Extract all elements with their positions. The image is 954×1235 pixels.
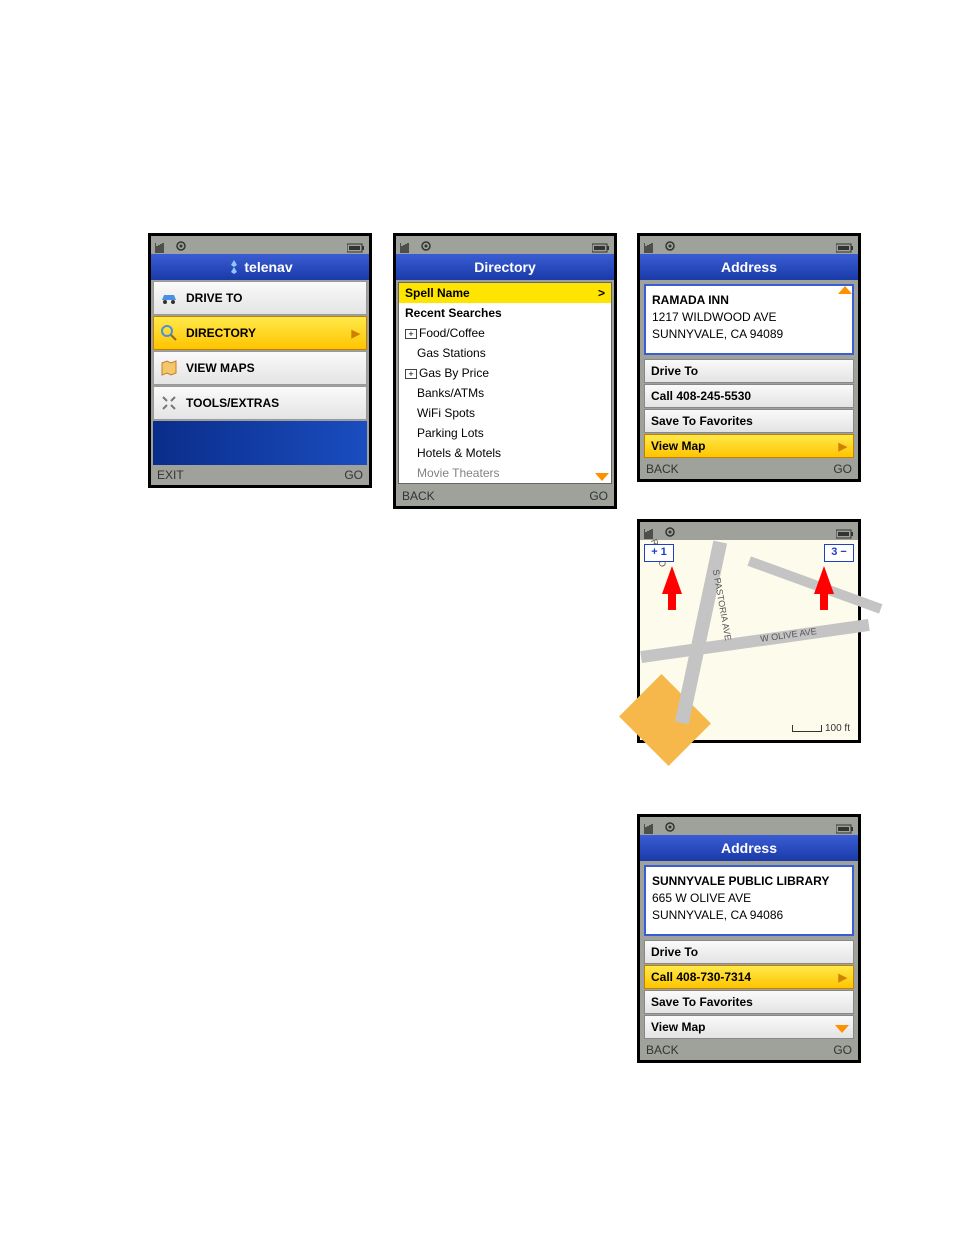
scroll-up-icon[interactable]: [838, 286, 852, 294]
signal-icon: [155, 240, 169, 250]
softkey-left[interactable]: BACK: [646, 462, 679, 476]
address-line2: SUNNYVALE, CA 94086: [652, 907, 846, 924]
chevron-right-icon: ▶: [352, 327, 360, 340]
action-call[interactable]: Call 408-245-5530: [644, 384, 854, 408]
action-view-map[interactable]: View Map▶: [644, 434, 854, 458]
softkey-right[interactable]: GO: [833, 462, 852, 476]
title-bar: Address: [640, 254, 858, 280]
softkey-left[interactable]: EXIT: [157, 468, 184, 482]
cat-gas-price[interactable]: +Gas By Price: [399, 363, 611, 383]
signal-icon: [644, 821, 658, 831]
search-icon: [160, 324, 178, 342]
title-bar: telenav: [151, 254, 369, 280]
title-bar: Directory: [396, 254, 614, 280]
battery-icon: [592, 240, 610, 250]
zoom-out-button[interactable]: 3 −: [824, 544, 854, 562]
scroll-down-icon: [835, 1025, 849, 1033]
phone-map: S PASTORIA AVE W OLIVE AVE RINCO + 1 3 −…: [637, 519, 861, 743]
gear-icon: [175, 239, 187, 251]
cat-gas[interactable]: Gas Stations: [399, 343, 611, 363]
address-line1: 665 W OLIVE AVE: [652, 890, 846, 907]
status-bar: [640, 817, 858, 835]
cat-wifi[interactable]: WiFi Spots: [399, 403, 611, 423]
car-icon: [160, 289, 178, 307]
battery-icon: [836, 240, 854, 250]
signal-icon: [644, 526, 658, 536]
zoom-in-button[interactable]: + 1: [644, 544, 674, 562]
address-line2: SUNNYVALE, CA 94089: [652, 326, 846, 343]
softkey-right[interactable]: GO: [344, 468, 363, 482]
signal-icon: [400, 240, 414, 250]
address-card: SUNNYVALE PUBLIC LIBRARY 665 W OLIVE AVE…: [644, 865, 854, 936]
softkey-bar: BACK GO: [396, 486, 614, 506]
battery-icon: [836, 526, 854, 536]
address-card: RAMADA INN 1217 WILDWOOD AVE SUNNYVALE, …: [644, 284, 854, 355]
phone-directory: Directory Spell Name> Recent Searches +F…: [393, 233, 617, 509]
expand-icon: +: [405, 329, 417, 339]
title-bar: Address: [640, 835, 858, 861]
chevron-right-icon: ▶: [839, 440, 847, 453]
softkey-right[interactable]: GO: [833, 1043, 852, 1057]
place-name: RAMADA INN: [652, 292, 846, 309]
tools-icon: [160, 394, 178, 412]
menu-drive-to[interactable]: DRIVE TO: [153, 281, 367, 315]
softkey-bar: EXIT GO: [151, 465, 369, 485]
spell-name-row[interactable]: Spell Name>: [399, 283, 611, 303]
banner: [153, 421, 367, 465]
cat-movies[interactable]: Movie Theaters: [399, 463, 611, 483]
action-view-map[interactable]: View Map: [644, 1015, 854, 1039]
battery-icon: [836, 821, 854, 831]
softkey-bar: BACK GO: [640, 459, 858, 479]
cat-hotels[interactable]: Hotels & Motels: [399, 443, 611, 463]
arrow-indicator-right: [814, 566, 834, 594]
status-bar: [640, 236, 858, 254]
map-icon: [160, 359, 178, 377]
scale-bar: 100 ft: [792, 723, 850, 734]
address-line1: 1217 WILDWOOD AVE: [652, 309, 846, 326]
category-list: Spell Name> Recent Searches +Food/Coffee…: [398, 282, 612, 484]
action-drive-to[interactable]: Drive To: [644, 940, 854, 964]
battery-icon: [347, 240, 365, 250]
cat-parking[interactable]: Parking Lots: [399, 423, 611, 443]
menu-view-maps[interactable]: VIEW MAPS: [153, 351, 367, 385]
signal-icon: [644, 240, 658, 250]
status-bar: [640, 522, 858, 540]
action-save-fav[interactable]: Save To Favorites: [644, 990, 854, 1014]
softkey-left[interactable]: BACK: [402, 489, 435, 503]
logo-text: telenav: [244, 254, 292, 280]
place-name: SUNNYVALE PUBLIC LIBRARY: [652, 873, 846, 890]
cat-food[interactable]: +Food/Coffee: [399, 323, 611, 343]
gear-icon: [664, 525, 676, 537]
status-bar: [151, 236, 369, 254]
menu-tools-extras[interactable]: TOOLS/EXTRAS: [153, 386, 367, 420]
status-bar: [396, 236, 614, 254]
map-canvas[interactable]: S PASTORIA AVE W OLIVE AVE RINCO + 1 3 −…: [640, 540, 858, 740]
phone-main-menu: telenav DRIVE TO DIRECTORY ▶ VIEW MAPS T…: [148, 233, 372, 488]
gear-icon: [420, 239, 432, 251]
gear-icon: [664, 820, 676, 832]
street-pastoria: S PASTORIA AVE: [711, 569, 733, 642]
phone-address-ramada: Address RAMADA INN 1217 WILDWOOD AVE SUN…: [637, 233, 861, 482]
softkey-right[interactable]: GO: [589, 489, 608, 503]
softkey-left[interactable]: BACK: [646, 1043, 679, 1057]
phone-address-library: Address SUNNYVALE PUBLIC LIBRARY 665 W O…: [637, 814, 861, 1063]
chevron-right-icon: ▶: [839, 971, 847, 984]
recent-searches-row[interactable]: Recent Searches: [399, 303, 611, 323]
action-save-fav[interactable]: Save To Favorites: [644, 409, 854, 433]
gear-icon: [664, 239, 676, 251]
scroll-down-icon[interactable]: [595, 473, 609, 481]
arrow-indicator-left: [662, 566, 682, 594]
action-call[interactable]: Call 408-730-7314▶: [644, 965, 854, 989]
softkey-bar: BACK GO: [640, 1040, 858, 1060]
action-drive-to[interactable]: Drive To: [644, 359, 854, 383]
expand-icon: +: [405, 369, 417, 379]
cat-banks[interactable]: Banks/ATMs: [399, 383, 611, 403]
menu-directory[interactable]: DIRECTORY ▶: [153, 316, 367, 350]
